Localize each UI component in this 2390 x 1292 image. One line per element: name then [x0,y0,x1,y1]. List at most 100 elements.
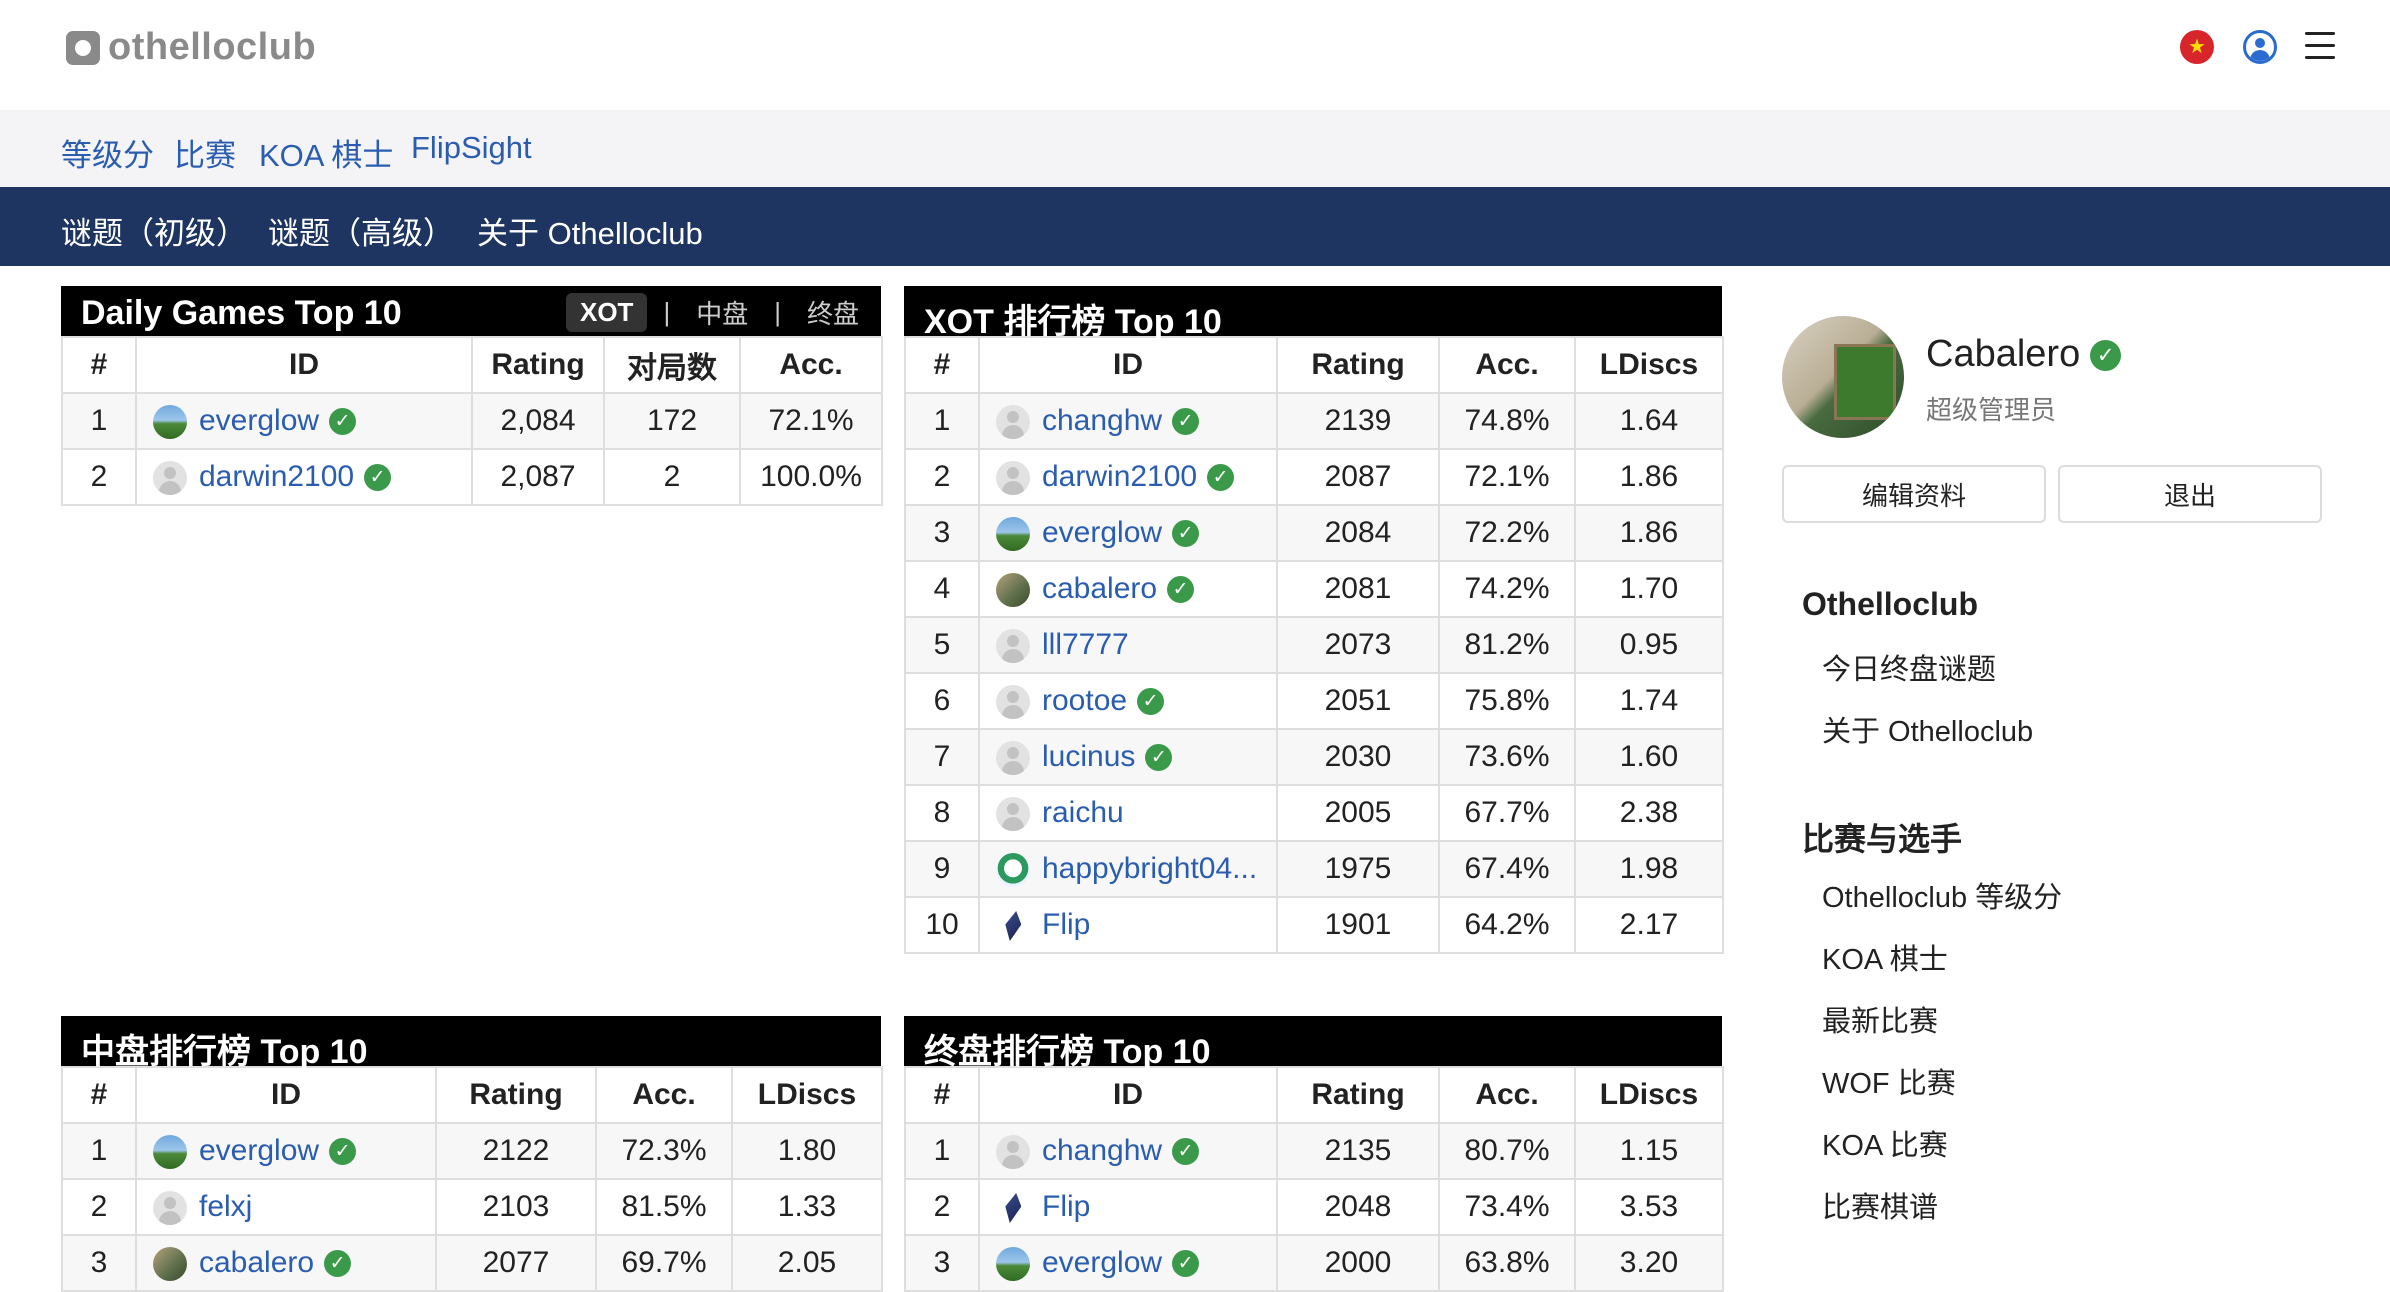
sidebar-link-koa-tournaments[interactable]: KOA 比赛 [1822,1122,1948,1164]
user-circle-icon[interactable] [2243,30,2277,64]
tab-midgame[interactable]: 中盘 [686,290,758,335]
verified-check-icon: ✓ [1167,576,1195,604]
profile-name: Cabalero ✓ [1926,333,2122,376]
midgame-header: 中盘排行榜 Top 10 [61,1016,881,1071]
daily-games-table: # ID Rating 对局数 Acc. 1 everglow ✓ 2,084 172 7… [61,336,883,506]
player-link[interactable]: darwin2100 [1042,461,1197,494]
panel-title: XOT 排行榜 Top 10 [924,303,1222,341]
col-id: ID [978,336,1278,394]
cell-ldiscs: 3.53 [1574,1178,1724,1236]
col-games: 对局数 [603,336,741,394]
nav-about-link[interactable]: 关于 Othelloclub [477,208,703,253]
col-rank: # [904,336,980,394]
table-row: 2 darwin2100 ✓ 2087 72.1% 1.86 [904,448,1724,506]
sidebar-link-game-records[interactable]: 比赛棋谱 [1822,1184,1938,1226]
player-link[interactable]: everglow [199,405,319,438]
player-link[interactable]: Flip [1042,1191,1090,1224]
sidebar-link-rating[interactable]: Othelloclub 等级分 [1822,874,2062,916]
player-link[interactable]: changhw [1042,405,1162,438]
col-rank: # [61,336,137,394]
tab-xot[interactable]: XOT [565,293,648,332]
cell-rating: 2084 [1276,504,1440,562]
player-link[interactable]: rootoe [1042,685,1127,718]
player-link[interactable]: changhw [1042,1135,1162,1168]
player-cell: everglow ✓ [135,1122,437,1180]
cell-rank: 2 [61,448,137,506]
avatar [996,1134,1030,1169]
player-link[interactable]: everglow [1042,517,1162,550]
avatar [996,1246,1030,1281]
profile-avatar[interactable] [1782,316,1904,438]
cell-acc: 73.6% [1438,728,1576,786]
daily-games-panel: Daily Games Top 10 XOT | 中盘 | 终盘 # ID Ra… [61,286,883,506]
player-cell: rootoe ✓ [978,672,1278,730]
avatar [996,740,1030,775]
nav-puzzle-advanced-link[interactable]: 谜题（高级） [268,208,454,253]
verified-check-icon: ✓ [324,1250,352,1278]
cell-rating: 2030 [1276,728,1440,786]
sidebar-link-daily-endgame-puzzle[interactable]: 今日终盘谜题 [1822,646,1996,688]
avatar [996,572,1030,607]
player-link[interactable]: everglow [199,1135,319,1168]
sidebar-section-tournaments: 比赛与选手 [1802,821,1963,857]
sidebar-link-koa-players[interactable]: KOA 棋士 [1822,936,1948,978]
profile-role: 超级管理员 [1926,395,2057,425]
sidebar-link-wof-tournaments[interactable]: WOF 比赛 [1822,1060,1956,1102]
midgame-leaderboard-table: # ID Rating Acc. LDiscs 1 everglow ✓ 2122 72… [61,1066,883,1292]
player-link[interactable]: felxj [199,1191,252,1224]
table-row: 5 lll7777 2073 81.2% 0.95 [904,616,1724,674]
player-link[interactable]: happybright04... [1042,853,1257,886]
sidebar-link-about[interactable]: 关于 Othelloclub [1822,708,2033,750]
verified-check-icon: ✓ [1172,520,1200,548]
nav-koa-players-link[interactable]: KOA 棋士 [259,130,393,175]
panel-title: 终盘排行榜 Top 10 [924,1033,1211,1071]
col-id: ID [978,1066,1278,1124]
tab-endgame[interactable]: 终盘 [797,290,869,335]
cell-rating: 2139 [1276,392,1440,450]
cell-rating: 2005 [1276,784,1440,842]
col-ldiscs: LDiscs [1574,336,1724,394]
cell-ldiscs: 2.17 [1574,896,1724,954]
site-logo[interactable]: othelloclub [66,26,316,69]
cell-acc: 81.2% [1438,616,1576,674]
xot-leaderboard-table: # ID Rating Acc. LDiscs 1 changhw ✓ 2139 74.… [904,336,1724,954]
player-link[interactable]: darwin2100 [199,461,354,494]
cell-rank: 3 [61,1234,137,1292]
player-link[interactable]: cabalero [1042,573,1157,606]
panel-title: 中盘排行榜 Top 10 [81,1033,368,1071]
player-link[interactable]: raichu [1042,797,1124,830]
nav-tournaments-link[interactable]: 比赛 [174,130,236,175]
cell-rating: 2048 [1276,1178,1440,1236]
nav-flipsight-link[interactable]: FlipSight [411,130,532,166]
table-row: 6 rootoe ✓ 2051 75.8% 1.74 [904,672,1724,730]
player-link[interactable]: cabalero [199,1247,314,1280]
verified-check-icon: ✓ [1145,744,1173,772]
player-link[interactable]: lucinus [1042,741,1135,774]
hamburger-menu-icon[interactable] [2305,32,2335,60]
nav-rating-link[interactable]: 等级分 [61,130,154,175]
cell-rank: 2 [904,448,980,506]
player-cell: cabalero ✓ [135,1234,437,1292]
player-link[interactable]: lll7777 [1042,629,1129,662]
table-row: 9 happybright04... 1975 67.4% 1.98 [904,840,1724,898]
cell-ldiscs: 1.86 [1574,448,1724,506]
avatar [996,460,1030,495]
col-id: ID [135,336,473,394]
top-bar: othelloclub ★ [0,0,2390,110]
cell-acc: 72.1% [1438,448,1576,506]
col-rank: # [61,1066,137,1124]
logout-button[interactable]: 退出 [2058,465,2322,523]
col-rating: Rating [435,1066,597,1124]
avatar [153,1134,187,1169]
table-row: 2 Flip 2048 73.4% 3.53 [904,1178,1724,1236]
china-flag-icon[interactable]: ★ [2180,30,2214,64]
cell-rating: 2103 [435,1178,597,1236]
endgame-leaderboard-table: # ID Rating Acc. LDiscs 1 changhw ✓ 2135 80.… [904,1066,1724,1292]
sidebar-link-latest-tournaments[interactable]: 最新比赛 [1822,998,1938,1040]
player-link[interactable]: everglow [1042,1247,1162,1280]
edit-profile-button[interactable]: 编辑资料 [1782,465,2046,523]
nav-puzzle-beginner-link[interactable]: 谜题（初级） [61,208,247,253]
profile-username: Cabalero [1926,333,2081,375]
avatar [996,684,1030,719]
player-link[interactable]: Flip [1042,909,1090,942]
